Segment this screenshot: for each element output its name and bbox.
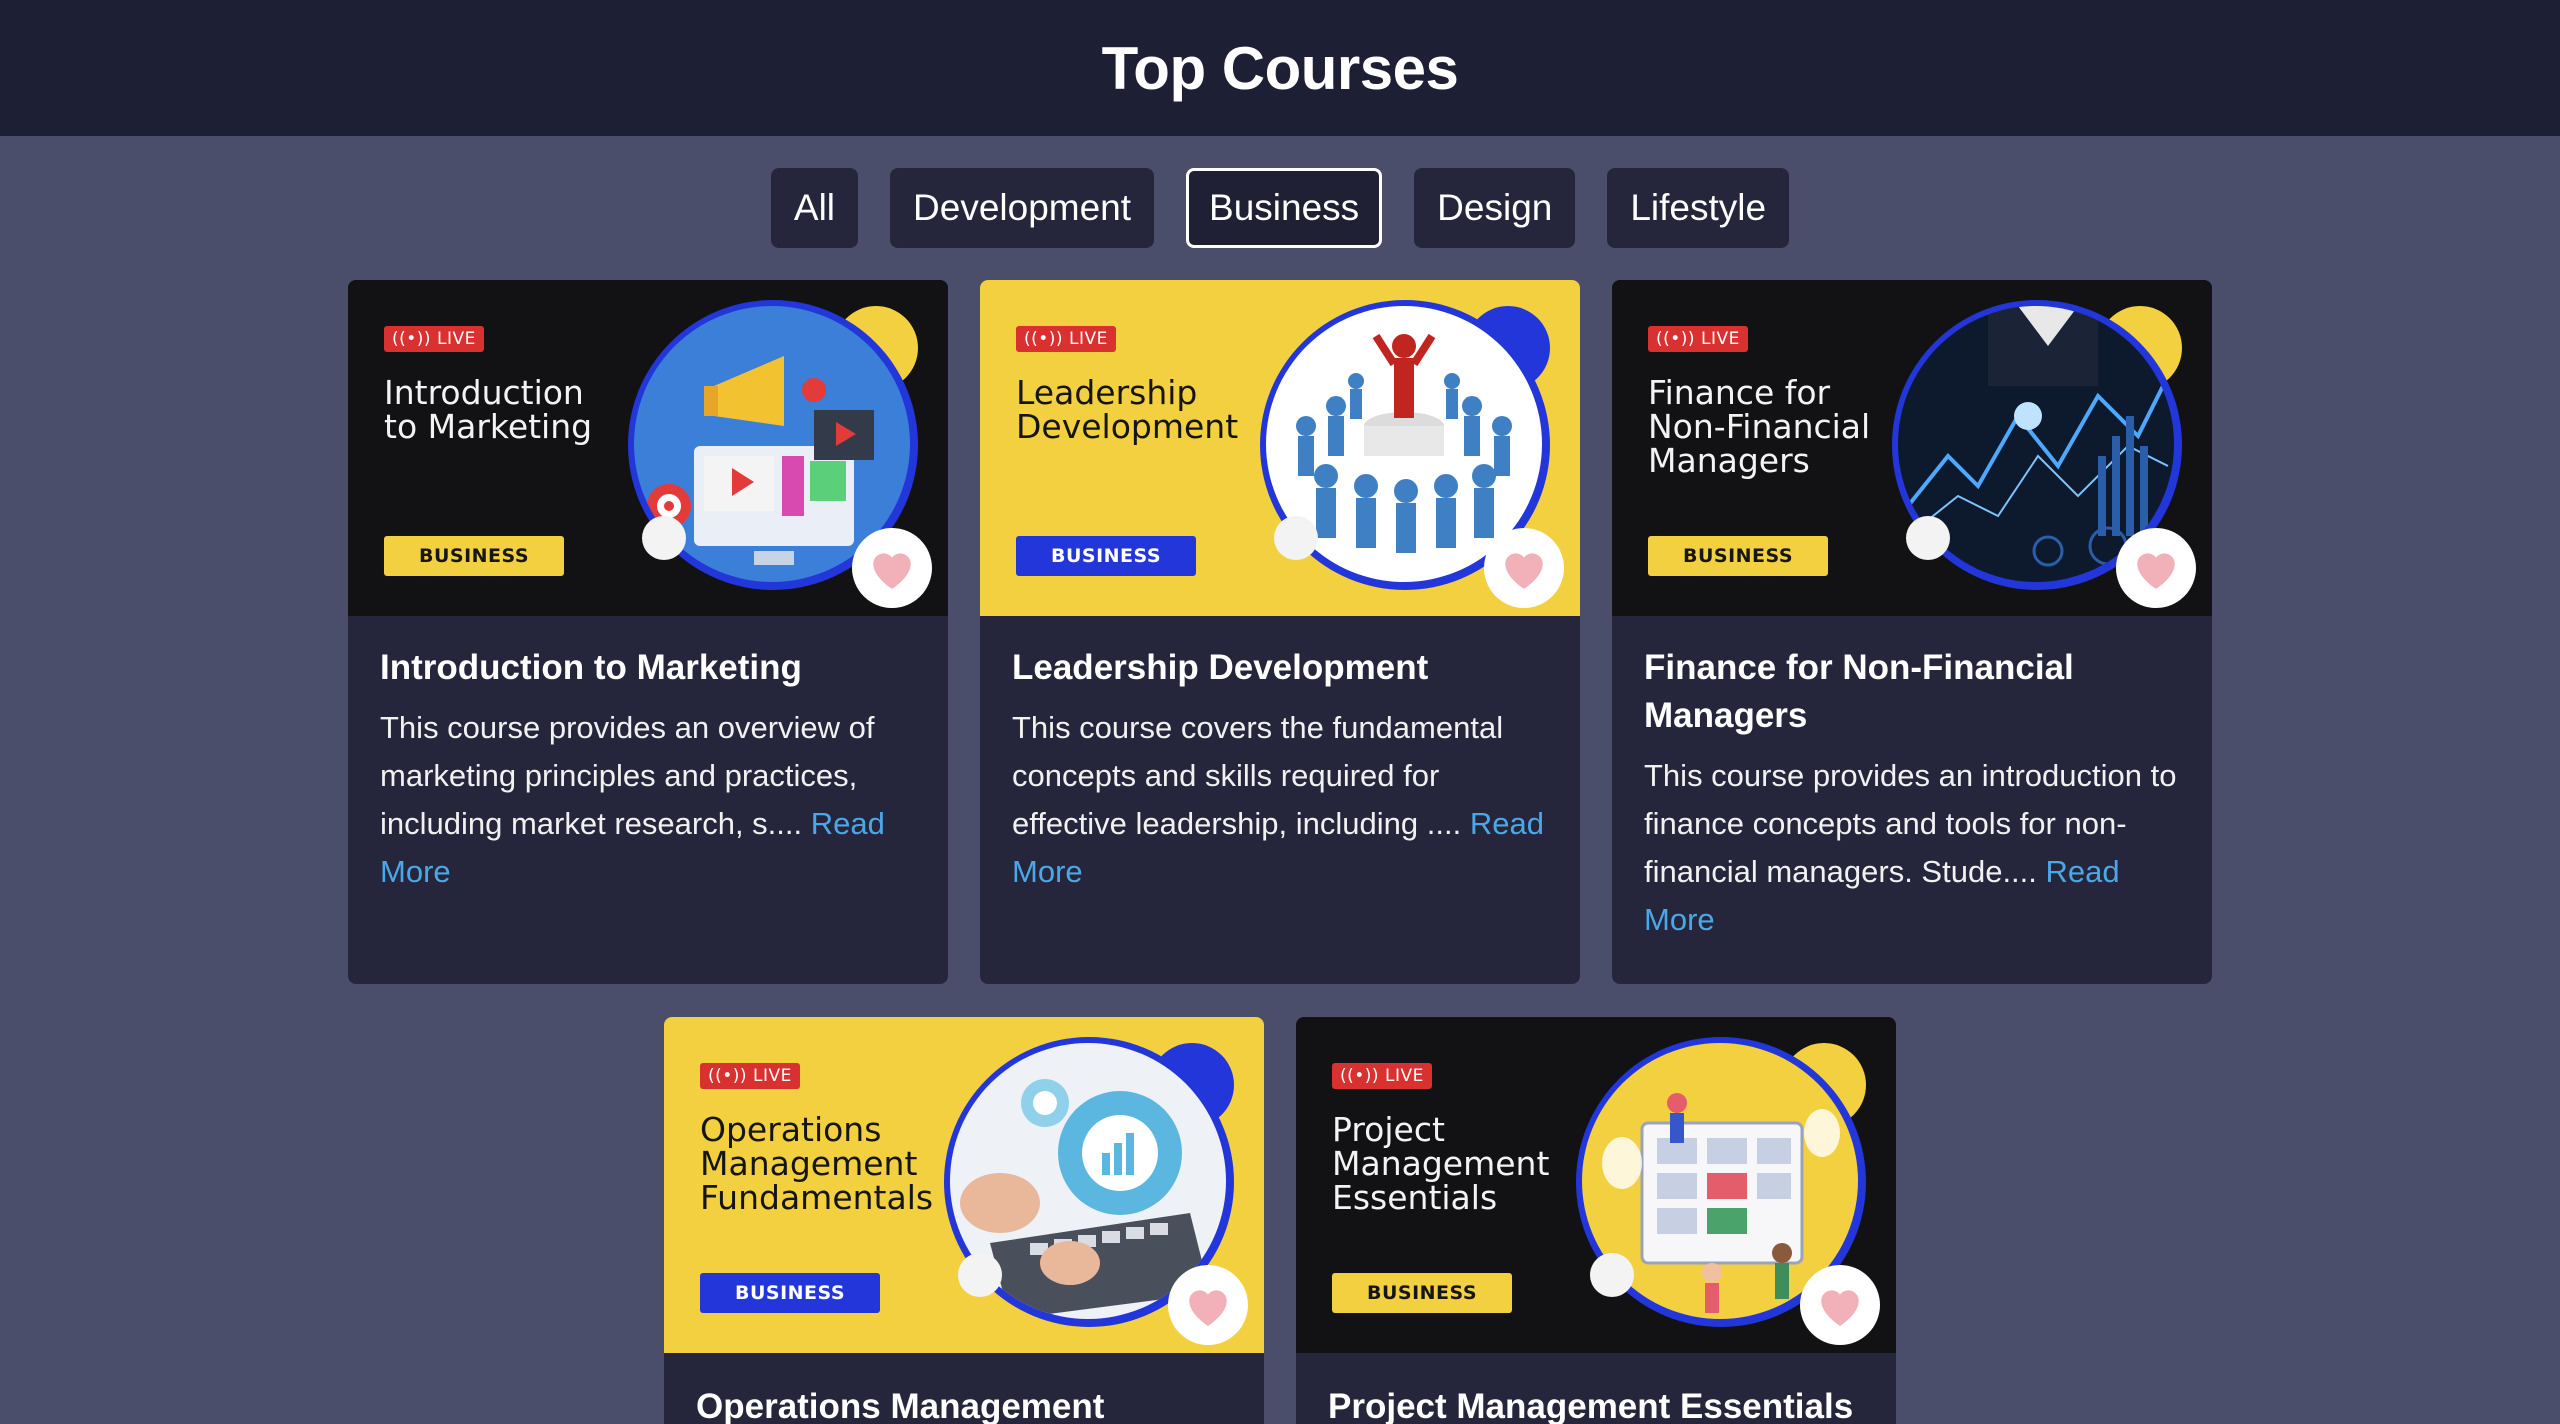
live-badge: ((•)) LIVE bbox=[1648, 326, 1748, 352]
live-badge: ((•)) LIVE bbox=[384, 326, 484, 352]
heart-icon bbox=[1821, 1290, 1859, 1326]
decor-dot bbox=[642, 516, 686, 560]
category-filters: All Development Business Design Lifestyl… bbox=[0, 168, 2560, 248]
favorite-button[interactable] bbox=[1168, 1265, 1248, 1345]
course-thumbnail: ((•)) LIVE Introduction to Marketing BUS… bbox=[348, 280, 948, 616]
course-description: This course provides an introduction to … bbox=[1644, 758, 2177, 937]
filter-lifestyle-button[interactable]: Lifestyle bbox=[1607, 168, 1790, 248]
course-title: Leadership Development bbox=[1012, 648, 1429, 687]
thumbnail-title: Finance for Non-Financial Managers bbox=[1648, 373, 1871, 480]
favorite-button[interactable] bbox=[1484, 528, 1564, 608]
thumbnail-title: Leadership Development bbox=[1016, 373, 1239, 446]
decor-dot bbox=[1906, 516, 1950, 560]
course-body: Finance for Non-Financial Managers This … bbox=[1612, 616, 2212, 984]
live-badge: ((•)) LIVE bbox=[1016, 326, 1116, 352]
favorite-button[interactable] bbox=[852, 528, 932, 608]
category-tag: BUSINESS bbox=[700, 1273, 880, 1313]
decor-dot bbox=[1274, 516, 1318, 560]
course-thumbnail: ((•)) LIVE Finance for Non-Financial Man… bbox=[1612, 280, 2212, 616]
course-card[interactable]: ((•)) LIVE Operations Management Fundame… bbox=[664, 1017, 1264, 1424]
thumbnail-title: Operations Management Fundamentals bbox=[700, 1110, 934, 1217]
course-description: This course covers the fundamental conce… bbox=[1012, 710, 1544, 889]
course-title: Operations Management bbox=[696, 1387, 1105, 1424]
category-tag: BUSINESS bbox=[384, 536, 564, 576]
course-body: Project Management Essentials bbox=[1296, 1353, 1896, 1424]
filter-business-button[interactable]: Business bbox=[1186, 168, 1383, 248]
decor-dot bbox=[958, 1253, 1002, 1297]
filter-all-button[interactable]: All bbox=[770, 168, 859, 248]
heart-icon bbox=[873, 553, 911, 589]
heart-icon bbox=[2137, 553, 2175, 589]
course-card[interactable]: ((•)) LIVE Leadership Development BUSINE… bbox=[980, 280, 1580, 984]
course-thumbnail: ((•)) LIVE Project Management Essentials… bbox=[1296, 1017, 1896, 1353]
live-badge: ((•)) LIVE bbox=[1332, 1063, 1432, 1089]
favorite-button[interactable] bbox=[2116, 528, 2196, 608]
course-card[interactable]: ((•)) LIVE Finance for Non-Financial Man… bbox=[1612, 280, 2212, 984]
page-header: Top Courses bbox=[0, 0, 2560, 136]
favorite-button[interactable] bbox=[1800, 1265, 1880, 1345]
course-description: This course provides an overview of mark… bbox=[380, 710, 885, 889]
category-tag: BUSINESS bbox=[1332, 1273, 1512, 1313]
page-title: Top Courses bbox=[1101, 34, 1459, 102]
course-body: Operations Management bbox=[664, 1353, 1264, 1424]
live-badge: ((•)) LIVE bbox=[700, 1063, 800, 1089]
thumbnail-title: Introduction to Marketing bbox=[384, 373, 593, 446]
course-title: Project Management Essentials bbox=[1328, 1387, 1854, 1424]
category-tag: BUSINESS bbox=[1648, 536, 1828, 576]
course-body: Leadership Development This course cover… bbox=[980, 616, 1580, 940]
course-card[interactable]: ((•)) LIVE Project Management Essentials… bbox=[1296, 1017, 1896, 1424]
filter-design-button[interactable]: Design bbox=[1414, 168, 1576, 248]
course-card[interactable]: ((•)) LIVE Introduction to Marketing BUS… bbox=[348, 280, 948, 984]
course-body: Introduction to Marketing This course pr… bbox=[348, 616, 948, 940]
decor-dot bbox=[1590, 1253, 1634, 1297]
course-thumbnail: ((•)) LIVE Operations Management Fundame… bbox=[664, 1017, 1264, 1353]
thumbnail-title: Project Management Essentials bbox=[1332, 1110, 1550, 1217]
course-title: Finance for Non-Financial Managers bbox=[1644, 648, 2074, 735]
course-title: Introduction to Marketing bbox=[380, 648, 802, 687]
filter-development-button[interactable]: Development bbox=[890, 168, 1155, 248]
heart-icon bbox=[1505, 553, 1543, 589]
course-thumbnail: ((•)) LIVE Leadership Development BUSINE… bbox=[980, 280, 1580, 616]
category-tag: BUSINESS bbox=[1016, 536, 1196, 576]
heart-icon bbox=[1189, 1290, 1227, 1326]
